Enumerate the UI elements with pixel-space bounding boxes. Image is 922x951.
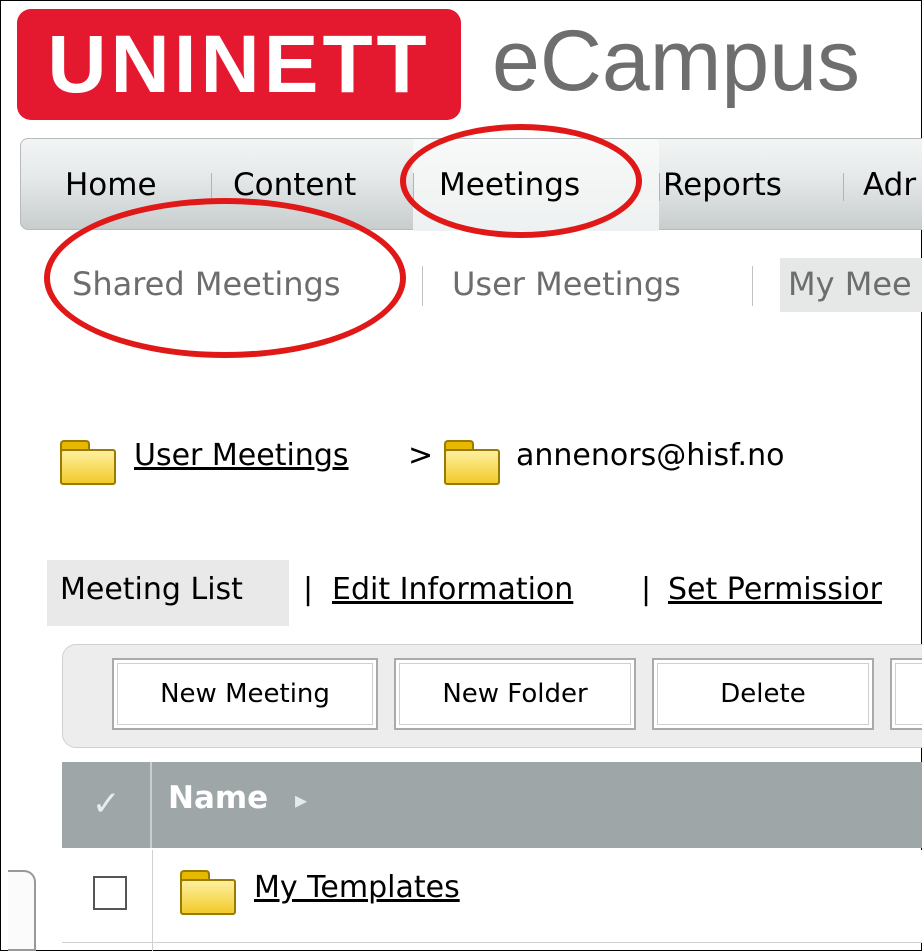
new-folder-button[interactable]: New Folder	[394, 658, 636, 730]
breadcrumb-parent-link[interactable]: User Meetings	[134, 438, 349, 473]
set-permissions-link[interactable]: Set Permissior	[668, 572, 882, 607]
row-name[interactable]: My Templates	[254, 868, 460, 908]
breadcrumb-user-meetings[interactable]: User Meetings	[134, 436, 349, 476]
subnav-user-meetings[interactable]: User Meetings	[452, 262, 681, 306]
check-all-icon[interactable]: ✓	[92, 784, 121, 824]
name-header-label: Name	[168, 780, 269, 816]
annotation-ring-shared-meetings	[44, 198, 406, 358]
nav-separator	[659, 173, 660, 201]
breadcrumb-current: annenors@hisf.no	[516, 438, 785, 473]
side-panel-handle[interactable]	[8, 870, 36, 951]
tab-edit-information[interactable]: Edit Information	[332, 570, 573, 610]
subnav-separator	[752, 266, 753, 306]
nav-item-admin[interactable]: Adr	[863, 165, 916, 205]
uninett-logo: UNINETT	[17, 9, 461, 120]
logo-brand-text: UNINETT	[47, 18, 431, 110]
tab-separator: |	[303, 572, 314, 607]
new-meeting-button[interactable]: New Meeting	[112, 658, 378, 730]
folder-icon	[180, 870, 238, 916]
nav-separator	[843, 173, 844, 201]
sort-arrow-icon: ▸	[295, 786, 308, 814]
tab-set-permissions[interactable]: Set Permissior	[668, 570, 882, 610]
column-divider	[152, 850, 153, 951]
nav-item-home[interactable]: Home	[65, 165, 157, 205]
my-templates-link[interactable]: My Templates	[254, 870, 460, 905]
folder-icon	[444, 440, 502, 486]
tab-separator: |	[641, 572, 652, 607]
annotation-ring-meetings	[400, 124, 642, 238]
subnav-my-meetings[interactable]: My Mee	[788, 262, 912, 306]
breadcrumb-separator: >	[408, 438, 434, 473]
delete-button[interactable]: Delete	[652, 658, 874, 730]
select-all-column[interactable]: ✓	[62, 762, 152, 848]
tab-meeting-list[interactable]: Meeting List	[60, 570, 243, 610]
logo-product-text: eCampus	[492, 13, 861, 109]
toolbar-button-partial[interactable]	[890, 658, 922, 730]
nav-item-reports[interactable]: Reports	[663, 165, 782, 205]
subnav-separator	[422, 266, 423, 306]
nav-separator	[211, 173, 212, 201]
name-column-header[interactable]: Name ▸	[168, 776, 307, 822]
edit-information-link[interactable]: Edit Information	[332, 572, 573, 607]
row-checkbox[interactable]	[93, 876, 127, 910]
folder-icon	[60, 440, 118, 486]
